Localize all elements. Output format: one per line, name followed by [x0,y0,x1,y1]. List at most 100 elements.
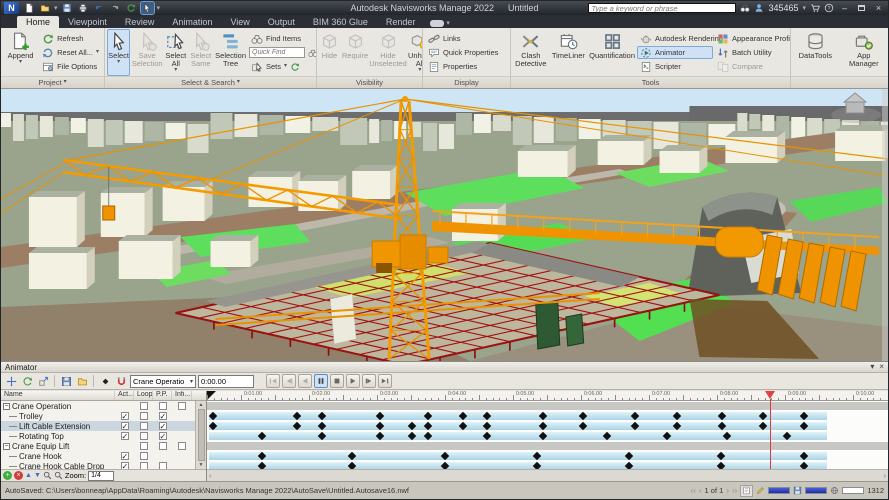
tab-render[interactable]: Render [377,16,425,28]
stop-button[interactable] [330,374,344,388]
tab-review[interactable]: Review [116,16,164,28]
navisworks-logo-icon[interactable]: N [4,2,19,14]
scroll-down-icon[interactable]: ▼ [199,462,204,468]
select-button[interactable]: Select ▾ [107,29,130,76]
checkbox[interactable]: ✓ [159,432,167,440]
quick-properties-button[interactable]: Quick Properties [425,46,501,59]
tree-column-header[interactable]: Infi... [172,391,192,400]
redo-icon[interactable] [109,2,122,14]
play-backwards-button[interactable] [298,374,312,388]
first-sheet-icon[interactable]: ‹‹ [691,486,696,495]
scale-set-button[interactable] [36,374,50,388]
appearance-profiler-button[interactable]: Appearance Profiler [714,32,788,45]
checkbox[interactable] [140,442,148,450]
append-button[interactable]: Append ▾ [3,29,38,76]
step-back-button[interactable] [282,374,296,388]
panel-close-icon[interactable]: × [879,363,884,371]
tree-column-header[interactable]: Act... [115,391,134,400]
step-forward-button[interactable] [362,374,376,388]
print-icon[interactable] [77,2,90,14]
rewind-button[interactable] [266,374,280,388]
rotate-set-button[interactable] [20,374,34,388]
last-sheet-icon[interactable]: ›› [732,486,737,495]
qat-customize-icon[interactable]: ▾ [157,4,161,12]
clash-detective-button[interactable]: Clash Detective [513,29,549,76]
animator-button[interactable]: Animator [637,46,713,59]
checkbox[interactable] [140,422,148,430]
animator-tree-row[interactable]: −Crane Equip Lift [1,441,195,451]
animator-timeline[interactable]: 0:01.000:02.000:03.000:04.000:05.000:06.… [207,391,888,481]
datatools-button[interactable]: DataTools [795,29,836,76]
new-file-icon[interactable] [22,2,35,14]
playhead-marker[interactable] [765,391,775,399]
timeline-row[interactable] [207,451,888,461]
animator-tree-row[interactable]: Crane Hook✓ [1,451,195,461]
scroll-up-icon[interactable]: ▲ [199,402,204,408]
delete-icon[interactable]: × [14,471,23,480]
checkbox[interactable] [140,462,148,469]
timeline-row[interactable] [207,431,888,441]
scrollbar-thumb[interactable] [198,409,205,461]
account-caret-icon[interactable]: ▾ [802,4,806,12]
checkbox[interactable]: ✓ [121,432,129,440]
autodesk-rendering-button[interactable]: Autodesk Rendering [637,32,713,45]
checkbox[interactable] [140,452,148,460]
checkbox[interactable]: ✓ [121,462,129,469]
zoom-value-input[interactable] [88,471,114,481]
collapse-toggle-icon[interactable]: − [3,403,10,410]
tab-viewpoint[interactable]: Viewpoint [59,16,116,28]
checkbox[interactable]: ✓ [121,452,129,460]
help-search-input[interactable] [588,3,736,13]
group-label-project[interactable]: Project▾ [1,76,104,88]
account-id[interactable]: 345465 [768,3,798,13]
move-up-icon[interactable]: ▲ [25,471,32,480]
checkbox[interactable]: ✓ [159,422,167,430]
quick-find-input[interactable] [249,47,305,58]
quantification-button[interactable]: Quantification [588,29,636,76]
tree-column-header[interactable]: Name [1,391,115,400]
find-items-button[interactable]: Find Items [248,32,314,45]
zoom-in-icon[interactable] [43,471,52,480]
toggle-snapping-button[interactable] [114,374,128,388]
timeline-ruler[interactable]: 0:01.000:02.000:03.000:04.000:05.000:06.… [207,391,888,401]
store-cart-icon[interactable] [810,3,820,13]
open-animation-button[interactable] [75,374,89,388]
checkbox[interactable] [140,402,148,410]
animator-tree-row[interactable]: Rotating Top✓✓ [1,431,195,441]
animator-tree-row[interactable]: Crane Hook Cable Drop✓ [1,461,195,469]
main-viewport[interactable] [1,89,888,361]
checkbox[interactable]: ✓ [121,422,129,430]
restore-button[interactable] [855,3,868,14]
scroll-left-icon[interactable]: ‹ [209,471,212,480]
minimize-button[interactable]: – [838,3,851,14]
panel-options-caret-icon[interactable]: ▾ [870,363,874,371]
tree-column-header[interactable]: P.P. [153,391,172,400]
refresh-icon[interactable] [125,2,138,14]
playhead-line[interactable] [770,399,771,469]
play-button[interactable] [346,374,360,388]
close-button[interactable]: × [872,3,885,14]
app-manager-button[interactable]: App Manager [842,29,886,76]
navigation-bar-strip[interactable] [882,89,888,361]
select-all-button[interactable]: Select All ▾ [164,29,187,76]
time-position-input[interactable] [198,375,254,388]
file-options-button[interactable]: File Options [39,60,102,73]
account-icon[interactable] [754,3,764,13]
viewport-3d-scene[interactable] [1,89,888,361]
scroll-right-icon[interactable]: › [883,471,886,480]
group-label-tools[interactable]: Tools [511,76,790,88]
undo-icon[interactable] [93,2,106,14]
tab-animation[interactable]: Animation [163,16,221,28]
save-animation-button[interactable] [59,374,73,388]
translate-set-button[interactable] [4,374,18,388]
checkbox[interactable] [159,442,167,450]
scene-selector-dropdown[interactable]: Crane Operatio ▾ [130,375,196,388]
tab-home[interactable]: Home [17,16,59,28]
open-file-icon[interactable] [38,2,51,14]
prev-sheet-icon[interactable]: ‹ [699,486,702,495]
timeliner-button[interactable]: TimeLiner [550,29,588,76]
animator-tree-row[interactable]: −Crane Operation [1,401,195,411]
group-label-select-search[interactable]: Select & Search▾ [105,76,316,88]
help-icon[interactable] [824,3,834,13]
next-sheet-icon[interactable]: › [726,486,729,495]
